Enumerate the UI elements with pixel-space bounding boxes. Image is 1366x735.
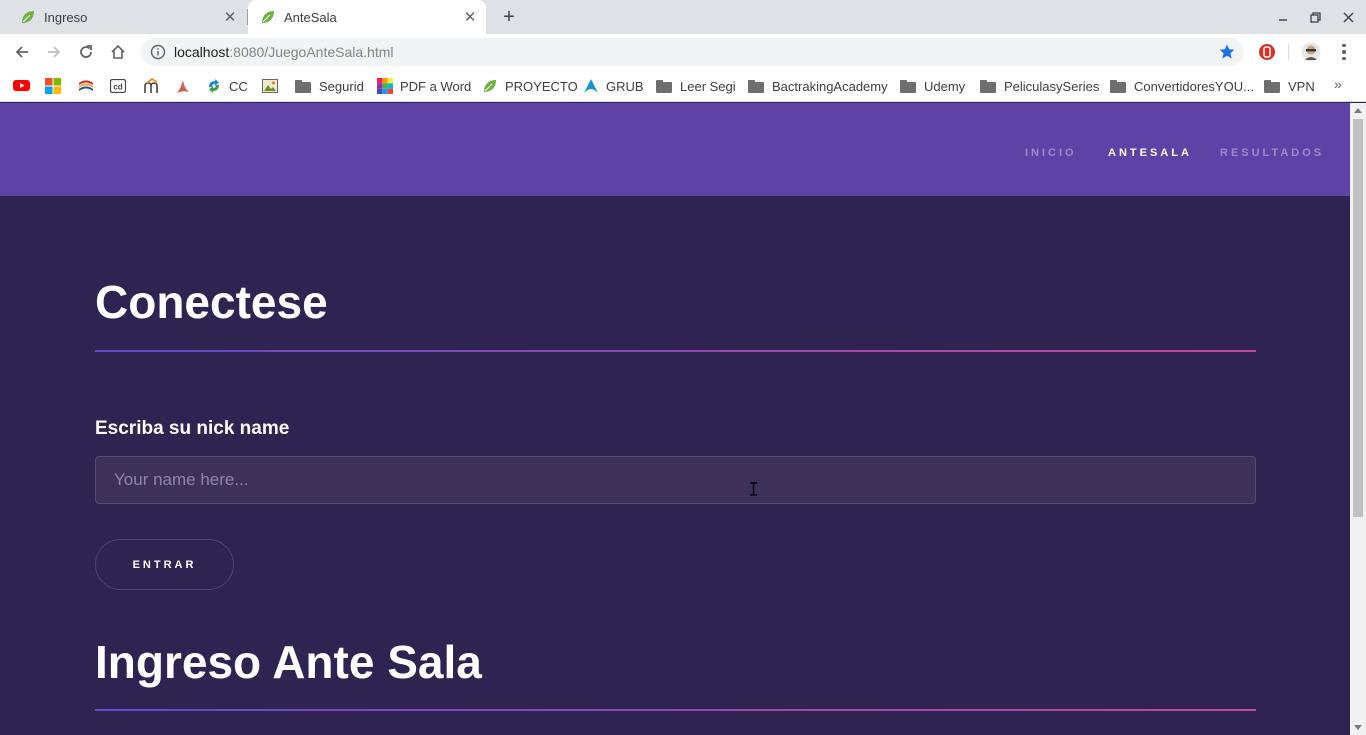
bookmark-label: GRUB <box>606 78 644 94</box>
folder-icon <box>748 79 764 93</box>
folder-icon <box>900 79 916 93</box>
bank-icon[interactable] <box>78 78 94 94</box>
entrar-button[interactable]: ENTRAR <box>95 539 234 590</box>
bookmark-cc[interactable]: CC <box>206 76 248 96</box>
bookmark-pdf-a-word[interactable]: PDF a Word <box>377 76 471 96</box>
bookmark-label: BactrakingAcademy <box>772 78 888 94</box>
bookmark-vpn[interactable]: VPN <box>1264 76 1315 96</box>
url-text: localhost:8080/JuegoAnteSala.html <box>174 44 394 60</box>
bookmark-label: Leer Segi <box>680 78 736 94</box>
tab-ingreso[interactable]: Ingreso ✕ <box>8 0 246 34</box>
nav-antesala[interactable]: ANTESALA <box>1108 147 1192 159</box>
more-bookmarks-icon[interactable]: » <box>1334 76 1342 92</box>
tab-title: AnteSala <box>284 9 337 25</box>
browser-toolbar: localhost:8080/JuegoAnteSala.html <box>0 34 1366 70</box>
bookmark-bactraking-academy[interactable]: BactrakingAcademy <box>748 76 888 96</box>
folder-icon <box>295 79 311 93</box>
scroll-down-icon[interactable] <box>1354 725 1362 730</box>
url-host: localhost <box>174 44 230 60</box>
pdf-converter-icon <box>377 78 393 94</box>
avatar[interactable] <box>1301 42 1321 62</box>
nick-input[interactable] <box>95 456 1256 504</box>
bookmark-label: PDF a Word <box>400 78 472 94</box>
bookmark-label: PeliculasySeries <box>1004 78 1100 94</box>
url-path: :8080/JuegoAnteSala.html <box>229 44 394 60</box>
close-icon[interactable]: ✕ <box>222 9 238 26</box>
window-close-icon[interactable] <box>1337 6 1359 28</box>
youtube-icon[interactable] <box>13 78 30 93</box>
bookmark-peliculas-series[interactable]: PeliculasySeries <box>980 76 1099 96</box>
bookmark-label: Segurid <box>319 78 364 94</box>
bookmark-udemy[interactable]: Udemy <box>900 76 965 96</box>
connect-title: Conectese <box>95 276 328 328</box>
lobby-title: Ingreso Ante Sala <box>95 636 482 688</box>
image-icon[interactable] <box>262 78 278 94</box>
bookmark-grub[interactable]: GRUB <box>583 76 644 96</box>
scroll-up-icon[interactable] <box>1354 108 1362 113</box>
bookmark-segurid[interactable]: Segurid <box>295 76 364 96</box>
arch-icon <box>584 79 598 93</box>
forward-icon[interactable] <box>42 40 66 64</box>
bookmark-leer-segi[interactable]: Leer Segi <box>656 76 736 96</box>
bookmark-convertidores[interactable]: ConvertidoresYOU... <box>1110 76 1254 96</box>
bookmarks-bar: cd CC Segurid PDF a Word PROYECTO GRUB L… <box>0 70 1366 102</box>
new-tab-button[interactable]: + <box>499 6 519 28</box>
home-icon[interactable] <box>106 40 130 64</box>
microsoft-icon[interactable] <box>45 78 61 94</box>
folder-icon <box>980 79 996 93</box>
bookmark-star-icon[interactable] <box>1218 43 1236 61</box>
moodle-icon[interactable] <box>143 78 159 94</box>
text-cursor-icon <box>750 482 757 496</box>
tab-title: Ingreso <box>44 9 88 25</box>
close-icon[interactable]: ✕ <box>462 9 478 26</box>
leaf-icon <box>22 11 34 23</box>
folder-icon <box>656 79 672 93</box>
cd-icon[interactable]: cd <box>110 79 126 93</box>
info-icon[interactable] <box>150 44 166 60</box>
restore-icon[interactable] <box>1304 6 1326 28</box>
pdf-icon[interactable] <box>175 78 191 94</box>
svg-text:cd: cd <box>113 83 122 92</box>
bookmark-label: PROYECTO <box>505 78 578 94</box>
title-divider <box>95 350 1256 352</box>
nav-inicio[interactable]: INICIO <box>1025 147 1077 159</box>
reload-icon[interactable] <box>74 40 98 64</box>
page-scrollbar[interactable] <box>1350 103 1366 735</box>
nav-resultados[interactable]: RESULTADOS <box>1220 147 1324 159</box>
site-header: INICIO ANTESALA RESULTADOS <box>0 103 1350 196</box>
leaf-icon <box>484 80 496 92</box>
browser-menu-icon[interactable] <box>1336 42 1352 62</box>
address-bar[interactable]: localhost:8080/JuegoAnteSala.html <box>141 38 1244 66</box>
toolbar-divider <box>1288 44 1289 60</box>
bookmark-label: VPN <box>1288 78 1315 94</box>
extension-icon[interactable] <box>1257 42 1277 62</box>
folder-icon <box>1110 79 1126 93</box>
bookmark-label: CC <box>229 78 248 94</box>
tab-strip: Ingreso ✕ AnteSala ✕ + <box>0 0 1366 34</box>
globe-icon <box>209 79 219 93</box>
leaf-icon <box>262 11 274 23</box>
back-icon[interactable] <box>10 40 34 64</box>
tab-antesala[interactable]: AnteSala ✕ <box>248 0 486 34</box>
page-viewport: INICIO ANTESALA RESULTADOS Conectese Esc… <box>0 103 1350 735</box>
bookmark-proyecto[interactable]: PROYECTO <box>482 76 578 96</box>
nick-label: Escriba su nick name <box>95 418 290 439</box>
minimize-icon[interactable] <box>1272 6 1294 28</box>
scroll-thumb[interactable] <box>1353 119 1363 517</box>
lobby-divider <box>95 709 1256 711</box>
bookmark-label: ConvertidoresYOU... <box>1134 78 1254 94</box>
bookmark-label: Udemy <box>924 78 966 94</box>
folder-icon <box>1264 79 1280 93</box>
